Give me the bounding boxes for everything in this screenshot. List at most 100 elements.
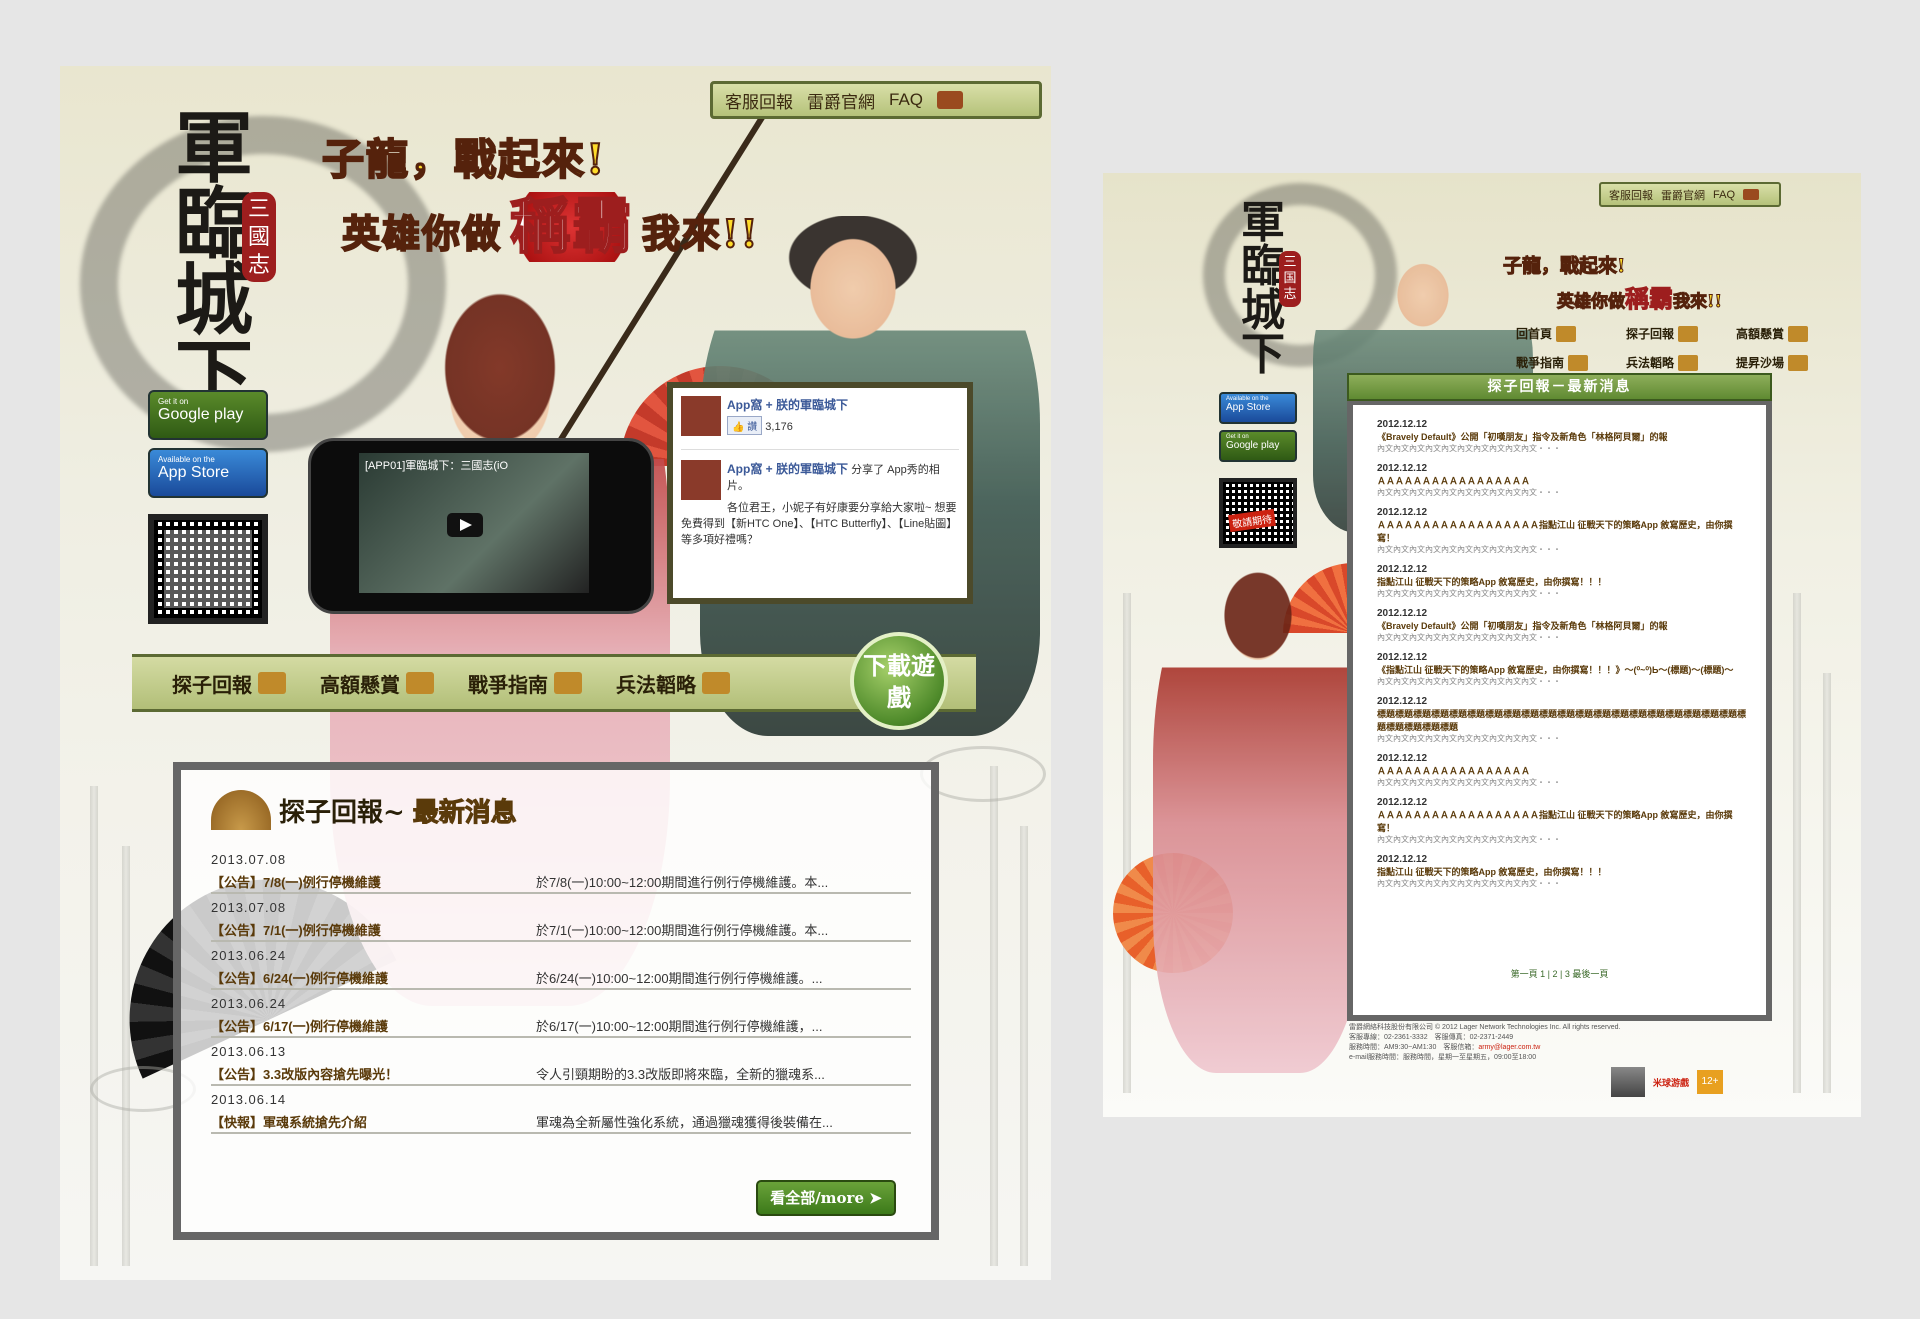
news-date: 2012.12.12	[1377, 753, 1428, 764]
news-desc: 於6/17(一)10:00~12:00期間進行例行停機維護，...	[536, 1018, 823, 1034]
fb-page-name[interactable]: App窩 + 朕的軍臨城下	[681, 396, 959, 413]
nav-bounty[interactable]: 高額懸賞	[1736, 325, 1846, 342]
pager-page-1[interactable]: 1	[1540, 969, 1545, 979]
slogan-suffix: 我來!!	[641, 210, 760, 257]
qr-code	[148, 514, 268, 624]
news-item[interactable]: 2012.12.12 ＡＡＡＡＡＡＡＡＡＡＡＡＡＡＡＡＡＡ指點江山 征戰天下的策略…	[1377, 797, 1749, 845]
video-player[interactable]: [APP01]軍臨城下：三國志(iO	[359, 453, 589, 593]
news-item[interactable]: 2012.12.12 ＡＡＡＡＡＡＡＡＡＡＡＡＡＡＡＡＡＡ指點江山 征戰天下的策略…	[1377, 507, 1749, 555]
google-play-button[interactable]: Get it on Google play	[148, 390, 268, 440]
pager-page-3[interactable]: 3	[1565, 969, 1570, 979]
news-heading-a: 探子回報~	[279, 797, 405, 828]
news-item[interactable]: 2012.12.12 《指點江山 征戰天下的策略App 敘寫歷史，由你撰寫！！！》…	[1377, 652, 1749, 687]
nav-strategy-label: 兵法韜略	[616, 672, 696, 697]
news-item[interactable]: 2012.12.12 ＡＡＡＡＡＡＡＡＡＡＡＡＡＡＡＡＡ 內文內文內文內文內文內文內…	[1377, 463, 1749, 498]
news-heading: 探子回報~ 最新消息	[211, 790, 517, 830]
nav-strategy[interactable]: 兵法韜略	[616, 669, 730, 698]
news-row[interactable]: 【公告】3.3改版內容搶先曝光！ 令人引頸期盼的3.3改版即將來臨，全新的獵魂系.…	[211, 1062, 911, 1086]
news-title: 【公告】3.3改版內容搶先曝光！	[211, 1066, 399, 1082]
nav-scout-report[interactable]: 探子回報	[1626, 325, 1736, 342]
slogan-line-2: 英雄你做稱霸我來!!	[341, 178, 760, 265]
nav-home[interactable]: 回首頁	[1516, 325, 1626, 342]
bamboo-decoration	[90, 786, 98, 1266]
nav-scout-report[interactable]: 探子回報	[172, 669, 286, 698]
news-row[interactable]: 【公告】6/17(一)例行停機維護 於6/17(一)10:00~12:00期間進行…	[211, 1014, 911, 1038]
news-item: 2013.06.24 【公告】6/17(一)例行停機維護 於6/17(一)10:0…	[211, 996, 911, 1038]
news-title: 【公告】6/17(一)例行停機維護	[211, 1018, 388, 1034]
news-list: 2013.07.08 【公告】7/8(一)例行停機維護 於7/8(一)10:00~…	[211, 852, 911, 1140]
castle-icon	[1743, 189, 1760, 200]
fb-like-label: 讚	[747, 422, 758, 433]
app-store-button[interactable]: Available on the App Store	[1219, 392, 1297, 424]
google-play-label: Google play	[1226, 440, 1280, 451]
app-store-label: App Store	[158, 464, 230, 481]
app-store-small: Available on the	[158, 455, 215, 464]
news-title: 【快報】軍魂系統搶先介紹	[211, 1114, 368, 1130]
news-item[interactable]: 2012.12.12 標題標題標題標題標題標題標題標題標題標題標題標題標題標題標題…	[1377, 696, 1749, 744]
bamboo-decoration	[1123, 593, 1131, 1093]
news-row[interactable]: 【公告】7/1(一)例行停機維護 於7/1(一)10:00~12:00期間進行例行…	[211, 918, 911, 942]
pager-first[interactable]: 第一頁	[1511, 969, 1538, 979]
faq-link[interactable]: FAQ	[1713, 189, 1735, 201]
news-excerpt: 內文內文內文內文內文內文內文內文內文內文・・・	[1377, 778, 1561, 787]
fortress-icon	[1678, 354, 1699, 371]
footer-email-link[interactable]: army@lager.com.tw	[1478, 1044, 1540, 1051]
fb-post-author[interactable]: App窩 + 朕的軍臨城下	[727, 462, 848, 476]
news-row[interactable]: 【公告】6/24(一)例行停機維護 於6/24(一)10:00~12:00期間進行…	[211, 966, 911, 990]
news-excerpt: 內文內文內文內文內文內文內文內文內文內文・・・	[1377, 545, 1561, 554]
news-item: 2013.07.08 【公告】7/1(一)例行停機維護 於7/1(一)10:00~…	[211, 900, 911, 942]
qr-code: 敬請期待	[1219, 478, 1297, 548]
news-row[interactable]: 【公告】7/8(一)例行停機維護 於7/8(一)10:00~12:00期間進行例行…	[211, 870, 911, 894]
news-item[interactable]: 2012.12.12 ＡＡＡＡＡＡＡＡＡＡＡＡＡＡＡＡＡ 內文內文內文內文內文內文內…	[1377, 753, 1749, 788]
news-item: 2013.07.08 【公告】7/8(一)例行停機維護 於7/8(一)10:00~…	[211, 852, 911, 894]
news-row[interactable]: 【快報】軍魂系統搶先介紹 軍魂為全新屬性強化系統，通過獵魂獲得後裝備在...	[211, 1110, 911, 1134]
news-date: 2012.12.12	[1377, 696, 1428, 707]
left-page-mockup: 客服回報 雷爵官網 FAQ 軍臨城下 三國志 子龍，戰起來! 英雄你做 稱霸 我來!…	[60, 66, 1051, 1280]
pager-last[interactable]: 最後一頁	[1572, 969, 1608, 979]
nav-bounty[interactable]: 高額懸賞	[320, 669, 434, 698]
more-button[interactable]: 看全部/more ➤	[756, 1180, 896, 1216]
top-links-bar: 客服回報 雷爵官網 FAQ	[1599, 182, 1781, 207]
nav-strategy[interactable]: 兵法韜略	[1626, 354, 1736, 371]
customer-service-link[interactable]: 客服回報	[1609, 187, 1653, 203]
news-list-panel: 探子回報－最新消息 2012.12.12 《Bravely Default》公開「…	[1347, 373, 1772, 1021]
phone-video-frame: [APP01]軍臨城下：三國志(iO	[308, 438, 654, 614]
footer: 雷爵網絡科技股份有限公司 © 2012 Lager Network Techno…	[1349, 1023, 1769, 1063]
news-item[interactable]: 2012.12.12 《Bravely Default》公開「初嘆朋友」指令及新角…	[1377, 608, 1749, 643]
news-item[interactable]: 2012.12.12 指點江山 征戰天下的策略App 敘寫歷史，由你撰寫！！！ 內文…	[1377, 564, 1749, 599]
pager-page-2[interactable]: 2	[1552, 969, 1557, 979]
nav-war-guide-label: 戰爭指南	[468, 672, 548, 697]
nav-scout-report-label: 探子回報	[1626, 327, 1675, 341]
treasure-icon	[1788, 325, 1809, 342]
fb-like-button[interactable]: 👍 讚	[727, 416, 763, 435]
news-item[interactable]: 2012.12.12 指點江山 征戰天下的策略App 敘寫歷史，由你撰寫！！！ 內文…	[1377, 854, 1749, 889]
qr-coming-soon-tag: 敬請期待	[1228, 508, 1276, 533]
download-game-button[interactable]: 下載遊戲	[850, 632, 948, 730]
customer-service-link[interactable]: 客服回報	[725, 88, 793, 113]
official-site-link[interactable]: 雷爵官網	[807, 88, 875, 113]
google-play-button[interactable]: Get it on Google play	[1219, 430, 1297, 462]
nav-war-guide[interactable]: 戰爭指南	[1516, 354, 1626, 371]
castle-icon	[937, 91, 964, 109]
news-date: 2012.12.12	[1377, 463, 1428, 474]
news-title: 《Bravely Default》公開「初嘆朋友」指令及新角色「林格阿貝爾」的報	[1377, 621, 1668, 631]
news-title: 【公告】7/1(一)例行停機維護	[211, 922, 381, 938]
play-icon[interactable]	[447, 513, 483, 537]
news-date: 2012.12.12	[1377, 608, 1428, 619]
building-icon	[258, 672, 286, 694]
nav-war-guide[interactable]: 戰爭指南	[468, 669, 582, 698]
news-item[interactable]: 2012.12.12 《Bravely Default》公開「初嘆朋友」指令及新角…	[1377, 419, 1749, 454]
app-store-button[interactable]: Available on the App Store	[148, 448, 268, 498]
news-title: ＡＡＡＡＡＡＡＡＡＡＡＡＡＡＡＡＡ	[1377, 476, 1531, 486]
nav-battlefield[interactable]: 提昇沙場	[1736, 354, 1846, 371]
news-desc: 令人引頸期盼的3.3改版即將來臨，全新的獵魂系...	[536, 1066, 825, 1082]
fb-post-avatar	[681, 460, 721, 500]
news-excerpt: 內文內文內文內文內文內文內文內文內文內文・・・	[1377, 488, 1561, 497]
news-list: 2012.12.12 《Bravely Default》公開「初嘆朋友」指令及新角…	[1377, 419, 1749, 898]
nav-battlefield-label: 提昇沙場	[1736, 356, 1785, 370]
news-item: 2013.06.14 【快報】軍魂系統搶先介紹 軍魂為全新屬性強化系統，通過獵魂獲…	[211, 1092, 911, 1134]
official-site-link[interactable]: 雷爵官網	[1661, 187, 1705, 203]
faq-link[interactable]: FAQ	[889, 90, 923, 110]
google-play-label: Google play	[158, 406, 244, 423]
slogan-line-2: 英雄你做稱霸我來!!	[1557, 279, 1723, 314]
